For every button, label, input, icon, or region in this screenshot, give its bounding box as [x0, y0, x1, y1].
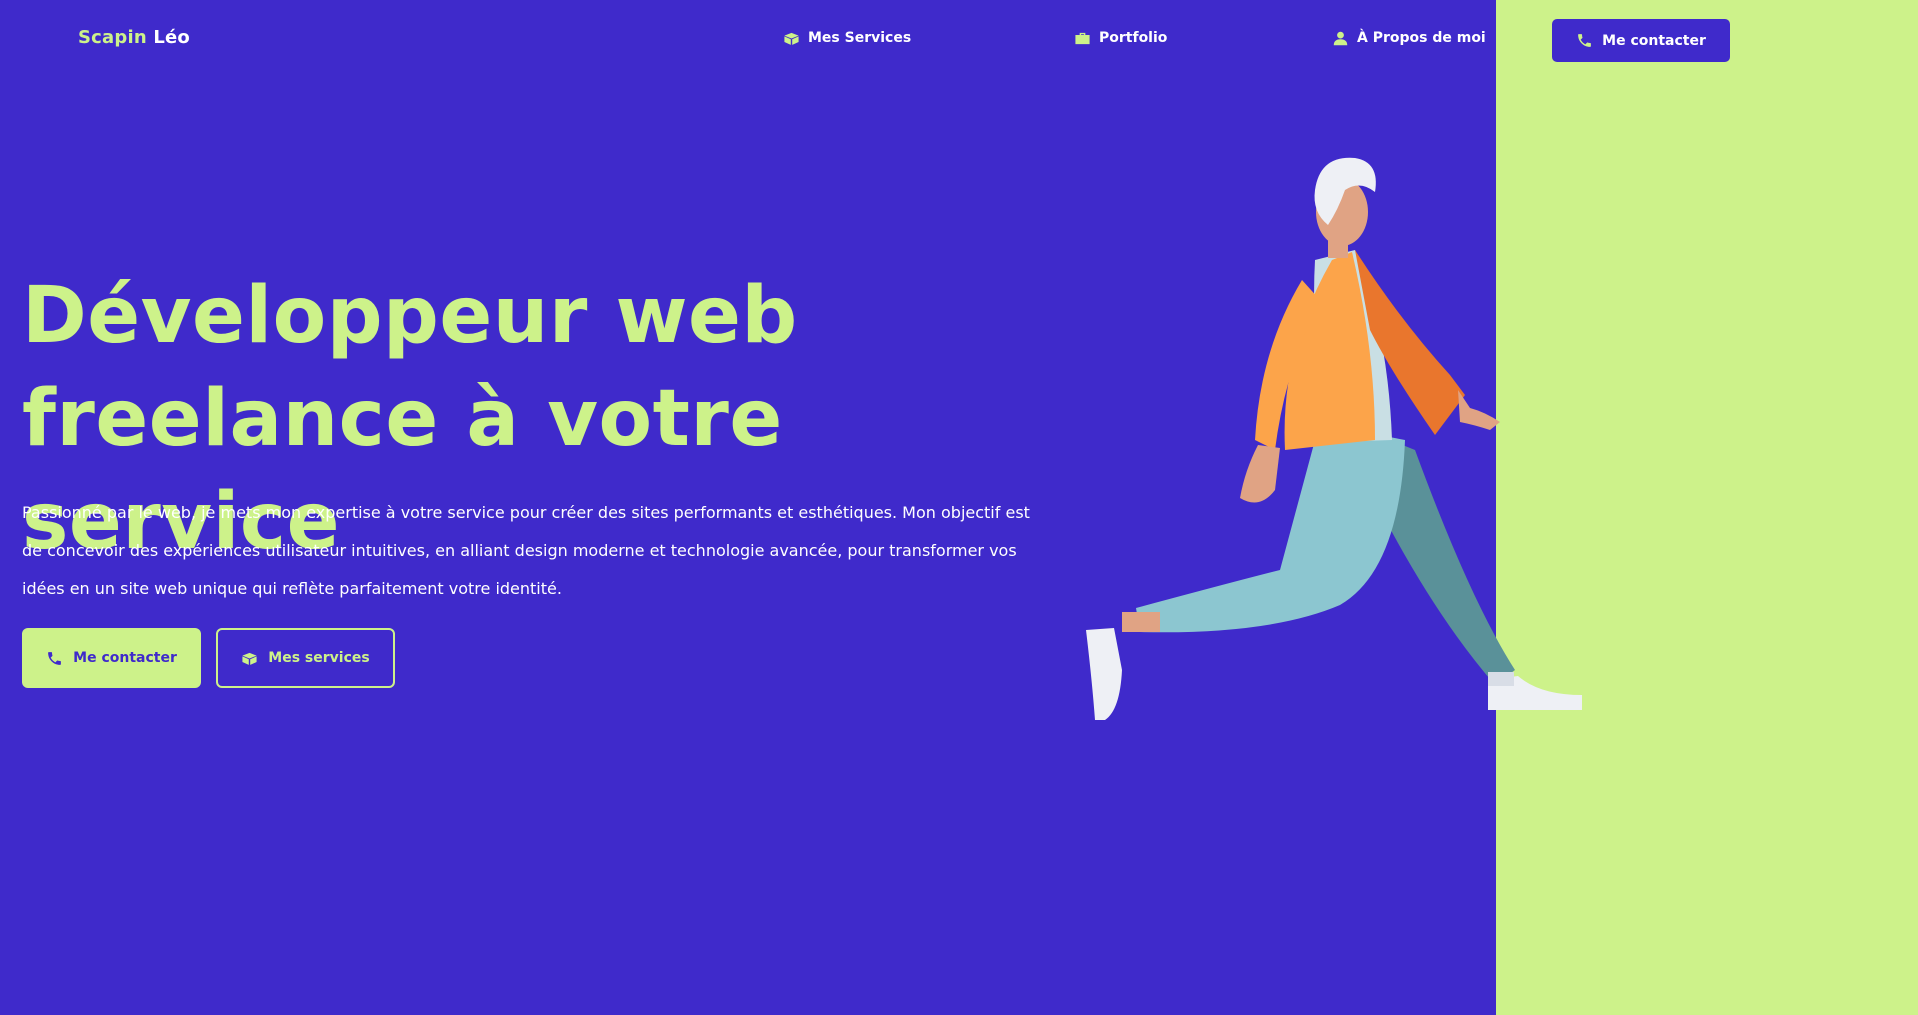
hero-contact-button[interactable]: Me contacter: [22, 628, 201, 688]
nav-link-label: Portfolio: [1099, 30, 1168, 46]
hero-contact-label: Me contacter: [73, 650, 177, 666]
brand-first-name: Scapin: [78, 27, 147, 48]
brand-last-name: Léo: [146, 27, 190, 48]
briefcase-icon: [1075, 32, 1090, 44]
user-icon: [1333, 31, 1348, 45]
nav-link-portfolio[interactable]: Portfolio: [1074, 30, 1167, 46]
hero-services-button[interactable]: Mes services: [216, 628, 395, 688]
hero-description: Passionné par le web, je mets mon expert…: [22, 503, 1030, 598]
nav-contact-button[interactable]: Me contacter: [1552, 19, 1730, 62]
nav-contact-label: Me contacter: [1602, 32, 1706, 49]
hero-services-label: Mes services: [268, 650, 370, 666]
walking-person-illustration: [1086, 157, 1582, 720]
brand-logo[interactable]: Scapin Léo: [78, 27, 190, 48]
nav-link-about[interactable]: À Propos de moi: [1332, 30, 1486, 46]
hero-title-line-1: Développeur web: [22, 271, 798, 361]
nav-link-label: À Propos de moi: [1357, 30, 1486, 46]
nav-link-label: Mes Services: [808, 30, 912, 46]
box-open-icon: [784, 32, 799, 45]
nav-link-services[interactable]: Mes Services: [783, 30, 911, 46]
box-open-icon: [242, 652, 257, 665]
phone-icon: [48, 651, 62, 665]
phone-icon: [1578, 34, 1592, 47]
